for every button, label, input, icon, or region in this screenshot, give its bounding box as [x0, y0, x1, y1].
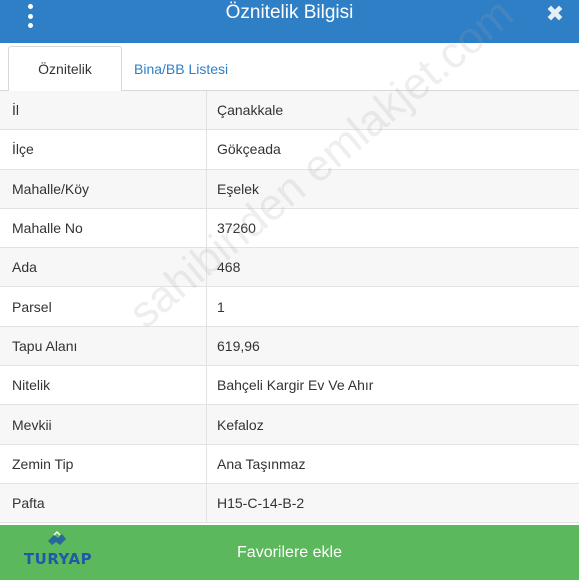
- row-value: 1: [217, 298, 225, 315]
- row-label: İl: [0, 91, 207, 130]
- row-value: Kefaloz: [217, 416, 264, 433]
- row-label: Ada: [0, 248, 207, 287]
- tab-bina-bb-listesi[interactable]: Bina/BB Listesi: [124, 47, 238, 91]
- attribute-table: İl Çanakkale İlçe Gökçeada Mahalle/Köy E…: [0, 91, 579, 524]
- row-value: Eşelek: [217, 180, 260, 197]
- row-value: Gökçeada: [217, 141, 281, 158]
- row-value: Ana Taşınmaz: [217, 455, 306, 472]
- table-row: Mahalle/Köy Eşelek: [0, 169, 579, 209]
- table-row: İlçe Gökçeada: [0, 130, 579, 170]
- row-value: Çanakkale: [217, 102, 284, 119]
- logo-text: TURYAP: [23, 550, 93, 568]
- handshake-icon: [48, 531, 66, 545]
- table-row: Parsel 1: [0, 287, 579, 327]
- table-row: Tapu Alanı 619,96: [0, 326, 579, 367]
- row-label: Mahalle No: [0, 208, 207, 248]
- row-label: Nitelik: [0, 366, 207, 405]
- table-row: Pafta H15-C-14-B-2: [0, 483, 579, 524]
- table-row: Ada 468: [0, 248, 579, 288]
- row-label: Pafta: [0, 483, 207, 523]
- tab-bar: Öznitelik Bilgisi Bina/BB Listesi: [0, 43, 579, 121]
- tab-oznitelik-bilgisi[interactable]: Öznitelik Bilgisi: [8, 46, 122, 121]
- row-value: 619,96: [217, 337, 260, 354]
- close-icon[interactable]: ✖: [543, 2, 567, 26]
- dialog-header: Öznitelik Bilgisi ✖: [0, 0, 579, 43]
- row-value: Bahçeli Kargir Ev Ve Ahır: [217, 377, 374, 394]
- row-value: H15-C-14-B-2: [217, 495, 305, 512]
- row-value: 37260: [217, 220, 256, 237]
- table-row: Mevkii Kefaloz: [0, 405, 579, 445]
- table-row: Mahalle No 37260: [0, 208, 579, 249]
- row-label: İlçe: [0, 130, 207, 169]
- row-label: Zemin Tip: [0, 444, 207, 483]
- row-label: Tapu Alanı: [0, 326, 207, 366]
- row-value: 468: [217, 259, 241, 276]
- table-row: İl Çanakkale: [0, 91, 579, 131]
- table-row: Zemin Tip Ana Taşınmaz: [0, 444, 579, 484]
- dialog-title: Öznitelik Bilgisi: [225, 2, 354, 23]
- footer-bar: Favorilere ekle TURYAP: [0, 525, 579, 580]
- row-label: Parsel: [0, 287, 207, 326]
- table-row: Nitelik Bahçeli Kargir Ev Ve Ahır: [0, 366, 579, 406]
- row-label: Mevkii: [0, 405, 207, 444]
- row-label: Mahalle/Köy: [0, 169, 207, 208]
- turyap-logo: TURYAP: [18, 525, 98, 580]
